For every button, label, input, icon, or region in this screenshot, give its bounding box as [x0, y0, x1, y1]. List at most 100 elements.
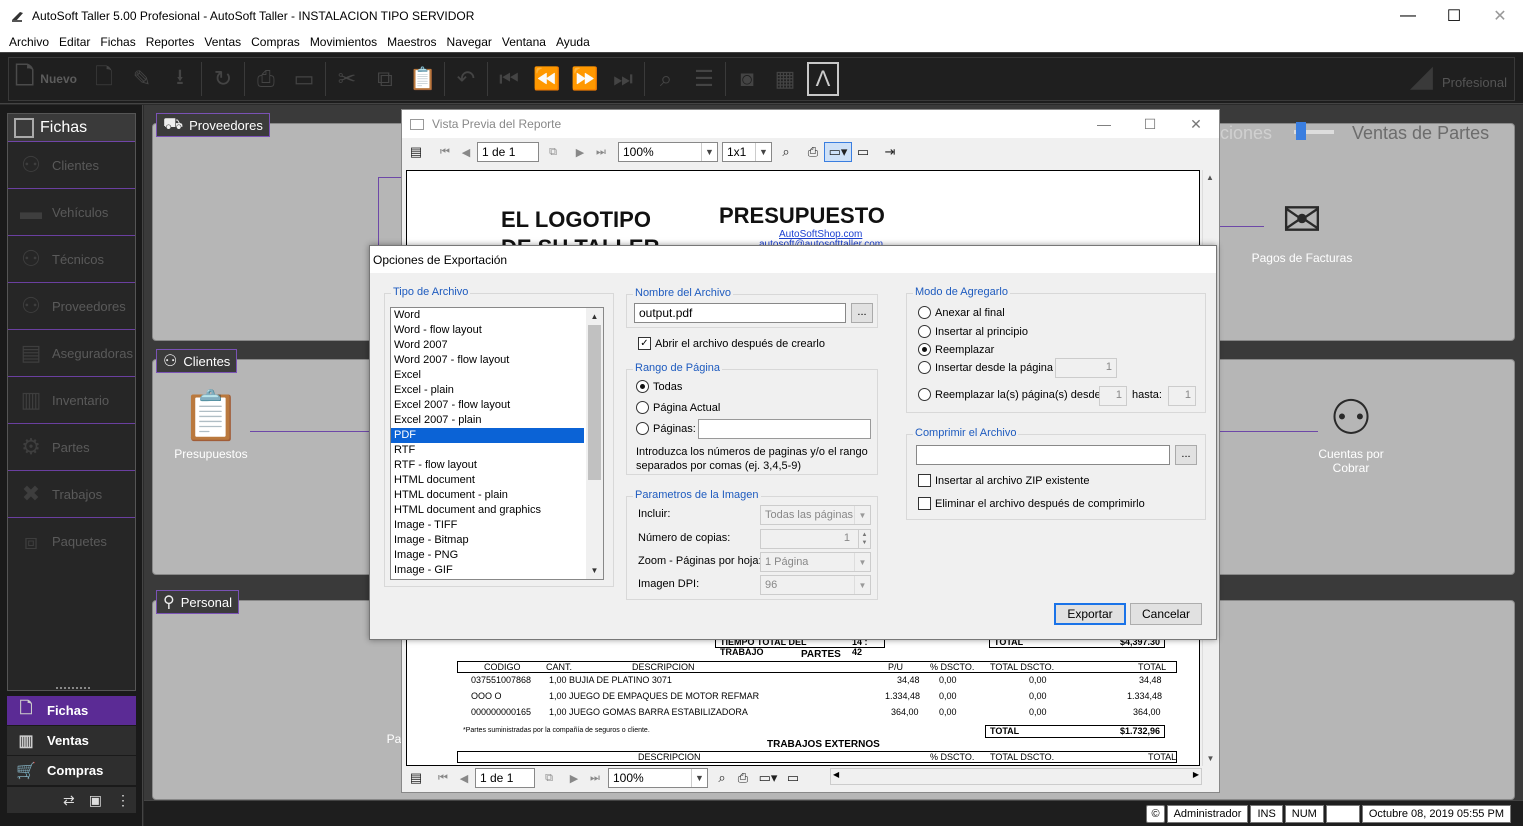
last-page-icon[interactable]: ⏭: [585, 768, 605, 788]
list-item[interactable]: Word 2007 - flow layout: [391, 353, 584, 368]
nav-ventas[interactable]: ▥ Ventas: [7, 726, 136, 755]
last-page-icon[interactable]: ⏭: [591, 142, 611, 162]
zip-file-input[interactable]: [916, 445, 1170, 465]
menu-archivo[interactable]: Archivo: [4, 35, 54, 49]
nav-fichas[interactable]: 🗋 Fichas: [7, 696, 136, 725]
list-item[interactable]: Excel - plain: [391, 383, 584, 398]
previous-record-icon[interactable]: ⏪: [531, 62, 563, 96]
scroll-right-icon[interactable]: ▶: [1193, 770, 1199, 779]
page-number-field[interactable]: 1 de 1: [477, 142, 539, 162]
scroll-thumb[interactable]: [588, 325, 601, 480]
module-cuentas-cobrar[interactable]: ⚇ Cuentas por Cobrar: [1308, 395, 1394, 476]
list-item[interactable]: Image - GIF: [391, 563, 584, 578]
menu-navegar[interactable]: Navegar: [442, 35, 497, 49]
filename-input[interactable]: output.pdf: [634, 303, 846, 323]
search-icon[interactable]: ⌕: [650, 62, 682, 96]
export-icon[interactable]: ▭▾: [824, 142, 852, 162]
next-page-icon[interactable]: ▶: [570, 142, 590, 162]
sidebar-item-vehiculos[interactable]: ▬ Vehículos: [8, 189, 135, 236]
first-page-icon[interactable]: ⏮: [433, 768, 453, 788]
radio-insertar-desde[interactable]: Insertar desde la página: [918, 361, 1053, 374]
scroll-down-icon[interactable]: ▼: [1203, 751, 1218, 766]
list-item[interactable]: HTML document and graphics: [391, 503, 584, 518]
menu-reportes[interactable]: Reportes: [141, 35, 200, 49]
list-item[interactable]: Image - Bitmap: [391, 533, 584, 548]
page-number-field-bottom[interactable]: 1 de 1: [475, 768, 535, 788]
tab-personal[interactable]: ⚲ Personal: [156, 590, 240, 614]
maximize-button[interactable]: ☐: [1431, 0, 1477, 32]
last-record-icon[interactable]: ⏭: [607, 62, 639, 96]
preview-close-button[interactable]: ✕: [1173, 110, 1219, 138]
list-item-selected[interactable]: PDF: [391, 428, 584, 443]
page-setup-icon[interactable]: ▭: [783, 768, 803, 788]
export-button[interactable]: Exportar: [1054, 603, 1126, 625]
list-item[interactable]: RTF - flow layout: [391, 458, 584, 473]
list-item[interactable]: Image - TIFF: [391, 518, 584, 533]
dpi-select[interactable]: 96 ▼: [760, 575, 871, 595]
scroll-left-icon[interactable]: ◀: [833, 770, 839, 779]
refresh-icon[interactable]: ↻: [207, 62, 239, 96]
scroll-up-icon[interactable]: ▲: [586, 308, 603, 325]
pages-input[interactable]: [698, 419, 871, 439]
scroll-up-icon[interactable]: ▲: [1203, 170, 1217, 185]
radio-anexar[interactable]: Anexar al final: [918, 306, 1005, 319]
radio-reemplazar[interactable]: Reemplazar: [918, 343, 994, 356]
filter-icon[interactable]: ☰: [688, 62, 720, 96]
menu-ventana[interactable]: Ventana: [497, 35, 551, 49]
print-icon[interactable]: ⎙: [803, 142, 823, 162]
list-item[interactable]: RTF: [391, 443, 584, 458]
chevron-menu-icon[interactable]: ⋮: [116, 792, 130, 809]
paste-icon[interactable]: 📋: [407, 62, 439, 96]
copias-stepper[interactable]: 1 ▲ ▼: [760, 529, 871, 549]
prev-page-icon[interactable]: ◀: [454, 768, 474, 788]
list-item[interactable]: HTML document: [391, 473, 584, 488]
preview-maximize-button[interactable]: ☐: [1127, 110, 1173, 138]
radio-paginas[interactable]: Páginas:: [636, 422, 696, 435]
zoom-pages-select[interactable]: 1 Página ▼: [760, 552, 871, 572]
scroll-down-icon[interactable]: ▼: [586, 562, 603, 579]
insert-zip-checkbox[interactable]: Insertar al archivo ZIP existente: [918, 474, 1089, 487]
layout-icon[interactable]: ▣: [89, 792, 102, 809]
zoom-select[interactable]: 100% ▼: [618, 142, 718, 162]
menu-maestros[interactable]: Maestros: [382, 35, 441, 49]
print-icon[interactable]: ⎙: [250, 62, 282, 96]
section-toggle[interactable]: [1294, 122, 1334, 142]
open-after-create-checkbox[interactable]: ✓ Abrir el archivo después de crearlo: [638, 337, 825, 350]
save-icon[interactable]: ⭳: [164, 62, 196, 96]
cut-icon[interactable]: ✂: [331, 62, 363, 96]
tab-clientes[interactable]: ⚇ Clientes: [156, 349, 238, 373]
cancel-button[interactable]: Cancelar: [1130, 603, 1202, 625]
go-to-page-icon[interactable]: ⧉: [539, 768, 559, 788]
monitor-icon[interactable]: ▭: [288, 62, 320, 96]
exit-icon[interactable]: ⇥: [880, 142, 900, 162]
menu-ayuda[interactable]: Ayuda: [551, 35, 595, 49]
radio-reemplazar-desde[interactable]: Reemplazar la(s) página(s) desde:: [918, 388, 1104, 401]
sidebar-item-paquetes[interactable]: ⧈ Paquetes: [8, 518, 135, 565]
browse-zip-button[interactable]: ...: [1175, 445, 1197, 465]
sidebar-item-proveedores[interactable]: ⚇ Proveedores: [8, 283, 135, 330]
browse-file-button[interactable]: ...: [851, 303, 873, 323]
preview-minimize-button[interactable]: —: [1081, 110, 1127, 138]
insertar-desde-input[interactable]: 1: [1055, 358, 1117, 378]
export-icon[interactable]: ▭▾: [754, 768, 782, 788]
menu-fichas[interactable]: Fichas: [95, 35, 140, 49]
grid-icon[interactable]: ▦: [769, 62, 801, 96]
radio-pagina-actual[interactable]: Página Actual: [636, 401, 720, 414]
sidebar-item-trabajos[interactable]: ✖ Trabajos: [8, 471, 135, 518]
page-setup-icon[interactable]: ▭: [853, 142, 873, 162]
binoculars-icon[interactable]: ⌕: [712, 768, 732, 788]
sidebar-item-tecnicos[interactable]: ⚇ Técnicos: [8, 236, 135, 283]
delete-document-icon[interactable]: 🗋: [88, 62, 120, 96]
layout-select[interactable]: 1x1 ▼: [722, 142, 772, 162]
list-item[interactable]: Excel 2007 - plain: [391, 413, 584, 428]
outline-icon[interactable]: ▤: [406, 142, 426, 162]
autosoft-logo-icon[interactable]: Λ: [806, 62, 839, 96]
reemplazar-desde-input[interactable]: 1: [1099, 386, 1127, 406]
menu-movimientos[interactable]: Movimientos: [305, 35, 382, 49]
undo-icon[interactable]: ↶: [450, 62, 482, 96]
first-record-icon[interactable]: ⏮: [493, 62, 525, 96]
print-icon[interactable]: ⎙: [733, 768, 753, 788]
list-item[interactable]: Word: [391, 308, 584, 323]
go-to-page-icon[interactable]: ⧉: [543, 142, 563, 162]
spin-arrows-icon[interactable]: ▲ ▼: [858, 530, 870, 548]
